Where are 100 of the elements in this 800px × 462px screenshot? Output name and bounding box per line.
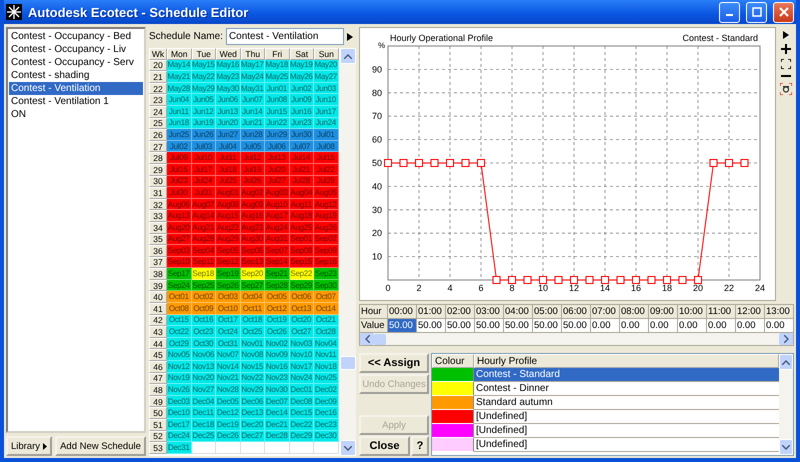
data-point[interactable]: [694, 276, 702, 284]
value-cell[interactable]: 50.00: [388, 319, 417, 333]
day-cell[interactable]: Sep17: [167, 268, 192, 280]
data-point[interactable]: [415, 159, 423, 167]
day-cell[interactable]: Jul10: [192, 152, 216, 164]
day-cell[interactable]: Oct08: [167, 303, 192, 315]
day-cell[interactable]: Jul31: [192, 187, 216, 199]
day-cell[interactable]: Nov25: [314, 372, 338, 384]
day-cell[interactable]: Aug22: [216, 222, 240, 234]
day-cell[interactable]: Oct19: [265, 314, 290, 326]
data-point[interactable]: [524, 276, 532, 284]
vertical-scrollbar[interactable]: [340, 48, 356, 456]
data-point[interactable]: [446, 159, 454, 167]
day-cell[interactable]: Oct09: [192, 303, 216, 315]
day-cell[interactable]: Jul23: [167, 176, 192, 188]
data-point[interactable]: [601, 276, 609, 284]
day-cell[interactable]: May26: [290, 71, 314, 83]
day-cell[interactable]: Dec11: [192, 407, 216, 419]
day-cell[interactable]: Jun03: [314, 82, 338, 94]
day-cell[interactable]: Sep26: [216, 280, 240, 292]
day-cell[interactable]: Nov23: [265, 372, 290, 384]
day-cell[interactable]: Jun09: [290, 94, 314, 106]
day-cell[interactable]: Jul04: [216, 140, 240, 152]
day-cell[interactable]: Nov11: [314, 349, 338, 362]
day-cell[interactable]: Jul13: [265, 152, 290, 164]
schedule-item[interactable]: Contest - Occupancy - Serv: [9, 56, 143, 69]
day-cell[interactable]: Oct02: [192, 291, 216, 304]
day-cell[interactable]: Jul08: [314, 140, 338, 152]
day-cell[interactable]: Nov15: [240, 361, 265, 373]
day-cell[interactable]: Dec30: [314, 430, 338, 442]
day-cell[interactable]: Jul30: [167, 187, 192, 199]
day-cell[interactable]: Aug05: [314, 187, 338, 199]
data-point[interactable]: [554, 276, 562, 284]
day-cell[interactable]: Aug18: [290, 210, 314, 222]
data-point[interactable]: [570, 276, 578, 284]
day-cell[interactable]: Aug27: [167, 234, 192, 246]
day-cell[interactable]: Oct21: [314, 314, 338, 326]
day-cell[interactable]: Aug10: [265, 198, 290, 210]
profile-item[interactable]: Contest - Dinner: [474, 382, 779, 396]
day-cell[interactable]: Sep10: [167, 256, 192, 268]
data-point[interactable]: [508, 276, 516, 284]
day-cell[interactable]: Aug20: [167, 222, 192, 234]
menu-arrow-icon[interactable]: [346, 32, 353, 40]
profile-item[interactable]: [Undefined]: [474, 424, 779, 438]
data-point[interactable]: [384, 159, 392, 167]
day-cell[interactable]: Sep14: [265, 256, 290, 268]
day-cell[interactable]: Nov16: [265, 361, 290, 373]
day-cell[interactable]: Aug03: [265, 187, 290, 199]
day-cell[interactable]: Aug12: [314, 198, 338, 210]
minimize-button[interactable]: [719, 2, 740, 22]
day-cell[interactable]: Nov10: [290, 349, 314, 362]
day-cell[interactable]: Sep08: [290, 245, 314, 257]
scrollbar-thumb[interactable]: [374, 334, 386, 344]
day-cell[interactable]: Dec15: [290, 407, 314, 419]
close-button[interactable]: [773, 2, 794, 22]
day-cell[interactable]: Dec23: [314, 419, 338, 431]
data-point[interactable]: [400, 159, 408, 167]
value-cell[interactable]: 50.00: [504, 319, 533, 333]
day-cell[interactable]: Jul22: [314, 164, 338, 176]
day-cell[interactable]: Sep09: [314, 245, 338, 257]
day-cell[interactable]: Jul14: [290, 152, 314, 164]
day-cell[interactable]: Dec18: [192, 419, 216, 431]
schedule-item[interactable]: Contest - shading: [9, 69, 143, 82]
add-schedule-button[interactable]: Add New Schedule: [55, 436, 146, 456]
day-cell[interactable]: Oct05: [265, 291, 290, 304]
scrollbar-thumb[interactable]: [340, 356, 356, 370]
data-point[interactable]: [648, 276, 656, 284]
help-button[interactable]: ?: [411, 436, 429, 456]
day-cell[interactable]: Aug01: [216, 187, 240, 199]
day-cell[interactable]: Nov08: [240, 349, 265, 362]
day-cell[interactable]: Nov09: [265, 349, 290, 362]
close-dialog-button[interactable]: Close: [359, 436, 410, 456]
day-cell[interactable]: Jul12: [240, 152, 265, 164]
data-point[interactable]: [663, 276, 671, 284]
menu-arrow-icon[interactable]: [783, 31, 789, 39]
day-cell[interactable]: May30: [216, 82, 240, 94]
data-point[interactable]: [710, 159, 718, 167]
day-cell[interactable]: Jul29: [314, 176, 338, 188]
day-cell[interactable]: Oct28: [314, 326, 338, 338]
day-cell[interactable]: Sep02: [314, 234, 338, 246]
day-cell[interactable]: Aug02: [240, 187, 265, 199]
profile-item[interactable]: [Undefined]: [474, 410, 779, 424]
day-cell[interactable]: Jul06: [265, 140, 290, 152]
day-cell[interactable]: Nov07: [216, 349, 240, 362]
day-cell[interactable]: Dec13: [240, 407, 265, 419]
day-cell[interactable]: Nov17: [290, 361, 314, 373]
day-cell[interactable]: Jun05: [192, 94, 216, 106]
day-cell[interactable]: May28: [167, 82, 192, 94]
day-cell[interactable]: Dec31: [167, 442, 192, 454]
day-cell[interactable]: Jul27: [265, 176, 290, 188]
day-cell[interactable]: Nov18: [314, 361, 338, 373]
day-cell[interactable]: May23: [216, 71, 240, 83]
day-cell[interactable]: Jul25: [216, 176, 240, 188]
day-cell[interactable]: Nov12: [167, 361, 192, 373]
day-cell[interactable]: Oct14: [314, 303, 338, 315]
day-cell[interactable]: Jun04: [167, 94, 192, 106]
day-cell[interactable]: May22: [192, 71, 216, 83]
day-cell[interactable]: Oct27: [290, 326, 314, 338]
schedule-item[interactable]: Contest - Occupancy - Liv: [9, 43, 143, 56]
day-cell[interactable]: Aug15: [216, 210, 240, 222]
